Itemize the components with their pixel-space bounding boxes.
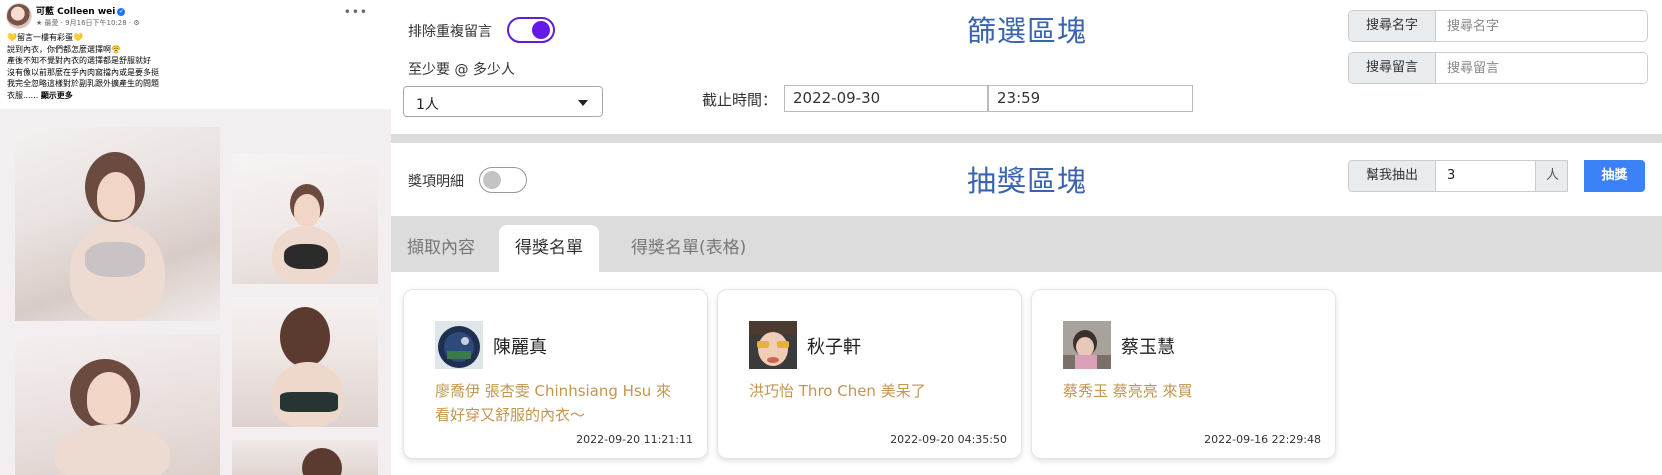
post-line: 💛留言一樓有彩蛋💛 [7, 33, 83, 42]
search-comment-group: 搜尋留言 [1348, 52, 1648, 84]
toggle-knob [532, 21, 550, 39]
draw-count-group: 幫我抽出 3 人 [1348, 160, 1568, 192]
winner-name: 陳麗真 [493, 337, 547, 358]
min-tag-selected-value: 1人 [416, 97, 439, 113]
winner-avatar [749, 321, 797, 369]
post-preview: 可藍 Colleen wei ✓ ★ 最愛 · 9月16日下午10:28 · ⚙ … [0, 0, 391, 475]
winner-name: 秋子軒 [807, 337, 861, 358]
winner-card: 秋子軒 洪巧怡 Thro Chen 美呆了 2022-09-20 04:35:5… [717, 289, 1022, 459]
winner-comment: 蔡秀玉 蔡亮亮 來買 [1063, 382, 1193, 400]
draw-button[interactable]: 抽獎 [1584, 160, 1645, 192]
post-photo[interactable] [232, 440, 378, 475]
post-photo[interactable] [232, 297, 378, 427]
post-meta: ★ 最愛 · 9月16日下午10:28 · ⚙ [36, 19, 140, 27]
post-line: 我完全忽略這樣對於副乳跟外擴產生的問題 [7, 79, 159, 88]
winner-card: 陳麗真 廖喬伊 張杏雯 Chinhsiang Hsu 來看好穿又舒服的內衣～ 2… [403, 289, 708, 459]
draw-unit-label: 人 [1535, 161, 1567, 191]
search-comment-input[interactable] [1437, 53, 1647, 83]
post-line-last: 衣服...... 顯示更多 [7, 90, 377, 102]
winner-timestamp: 2022-09-16 22:29:48 [1204, 433, 1321, 446]
prize-detail-label: 獎項明細 [408, 174, 464, 190]
toggle-knob [483, 171, 501, 189]
tab-winner-list[interactable]: 得獎名單 [499, 225, 599, 272]
winner-avatar [1063, 321, 1111, 369]
search-name-group: 搜尋名字 [1348, 10, 1648, 42]
post-line: 沒有像以前那麼在乎內肉窩擋內或是要多挺 [7, 67, 159, 77]
winner-comment: 廖喬伊 張杏雯 Chinhsiang Hsu 來看好穿又舒服的內衣～ [435, 382, 672, 424]
see-more-link[interactable]: 顯示更多 [41, 91, 73, 100]
search-name-label: 搜尋名字 [1349, 11, 1436, 41]
result-tabs: 擷取內容 得獎名單 得獎名單(表格) [391, 216, 1662, 272]
post-header: 可藍 Colleen wei ✓ ★ 最愛 · 9月16日下午10:28 · ⚙ … [6, 3, 386, 33]
post-body: 💛留言一樓有彩蛋💛 說到內衣，你們都怎麼選擇啊😤 產後不知不覺對內衣的選擇都是舒… [7, 32, 377, 101]
deadline-time-input[interactable]: 23:59 [988, 85, 1193, 112]
min-tag-label: 至少要 @ 多少人 [408, 62, 515, 78]
draw-section-title: 抽獎區塊 [967, 164, 1088, 198]
post-line: 說到內衣，你們都怎麼選擇啊😤 [7, 44, 121, 54]
min-tag-select[interactable]: 1人 [403, 86, 603, 117]
winner-timestamp: 2022-09-20 04:35:50 [890, 433, 1007, 446]
exclude-duplicate-toggle[interactable] [507, 17, 555, 43]
winner-comment: 洪巧怡 Thro Chen 美呆了 [749, 382, 926, 400]
verified-badge-icon: ✓ [117, 7, 126, 16]
search-comment-label: 搜尋留言 [1349, 53, 1436, 83]
photo-grid [0, 109, 391, 475]
post-author-name[interactable]: 可藍 Colleen wei [36, 7, 115, 17]
post-line-truncated: 衣服...... [7, 90, 39, 100]
winner-timestamp: 2022-09-20 11:21:11 [576, 433, 693, 446]
more-horizontal-icon[interactable]: ••• [344, 5, 368, 19]
draw-count-label: 幫我抽出 [1349, 161, 1436, 191]
filter-section-title: 篩選區塊 [967, 14, 1088, 48]
author-avatar[interactable] [6, 3, 32, 29]
prize-detail-toggle[interactable] [479, 167, 527, 193]
post-photo[interactable] [232, 154, 378, 284]
search-name-input[interactable] [1437, 11, 1647, 41]
draw-count-input[interactable]: 3 [1437, 161, 1535, 191]
winner-card: 蔡玉慧 蔡秀玉 蔡亮亮 來買 2022-09-16 22:29:48 [1031, 289, 1336, 459]
chevron-down-icon [578, 100, 588, 106]
winner-avatar [435, 321, 483, 369]
post-author[interactable]: 可藍 Colleen wei ✓ [36, 4, 126, 17]
tab-winner-table[interactable]: 得獎名單(表格) [615, 225, 762, 272]
exclude-duplicate-label: 排除重複留言 [408, 24, 492, 40]
post-photo[interactable] [15, 334, 220, 475]
winner-name: 蔡玉慧 [1121, 337, 1175, 358]
deadline-date-input[interactable]: 2022-09-30 [784, 85, 988, 112]
post-line: 產後不知不覺對內衣的選擇都是舒服就好 [7, 56, 151, 65]
post-photo[interactable] [15, 127, 220, 321]
section-divider [391, 134, 1662, 143]
lottery-panel: 排除重複留言 篩選區塊 至少要 @ 多少人 1人 截止時間： 2022-09-3… [391, 0, 1662, 475]
deadline-label: 截止時間： [702, 91, 778, 109]
tab-captured-content[interactable]: 擷取內容 [391, 225, 491, 272]
